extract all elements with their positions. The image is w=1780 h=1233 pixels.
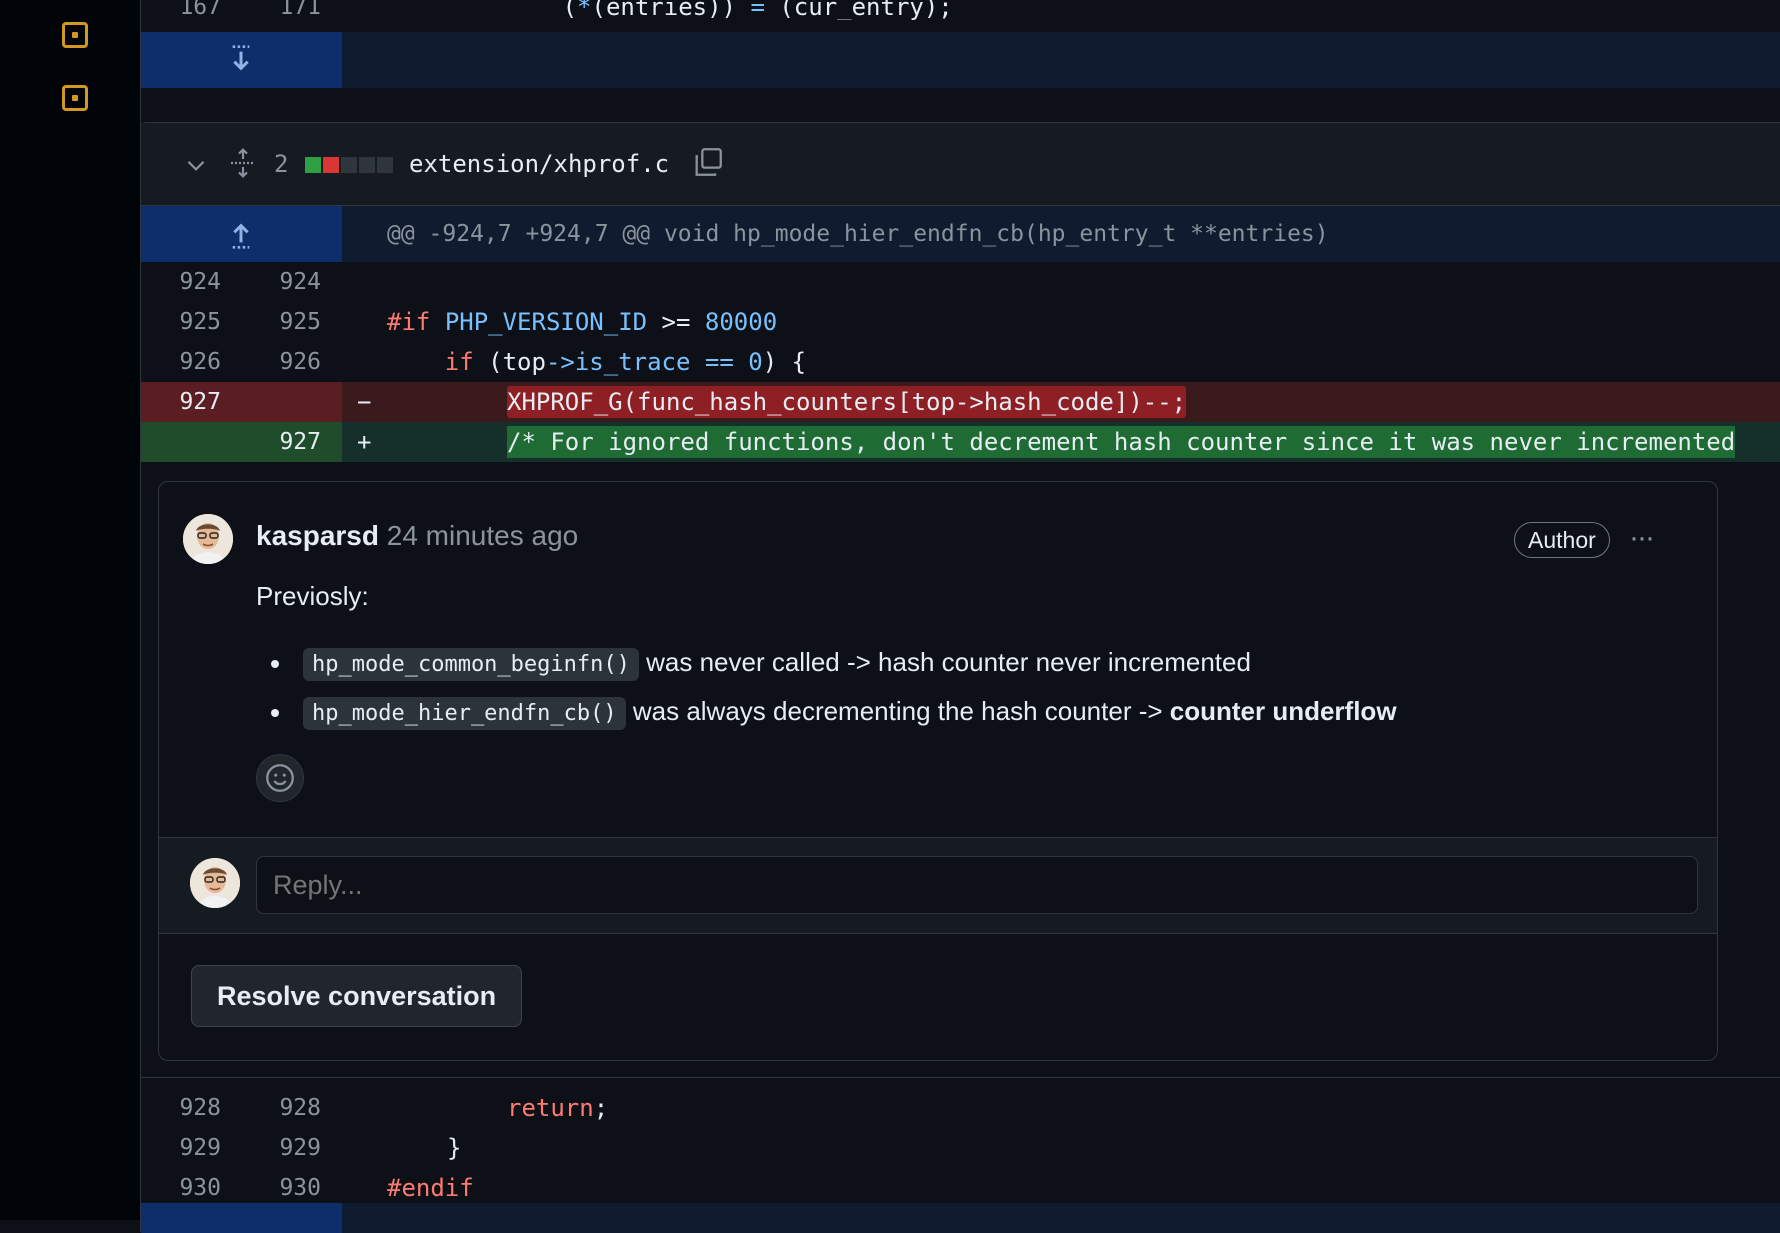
code-line: XHPROF_G(func_hash_counters[top->hash_co…: [507, 386, 1187, 418]
inline-code: hp_mode_common_beginfn(): [303, 648, 639, 681]
diff-line: 930 930 #endif: [141, 1168, 1780, 1208]
old-line-number[interactable]: 927: [141, 382, 221, 422]
list-item: hp_mode_common_beginfn() was never calle…: [271, 642, 1251, 685]
old-line-number[interactable]: 928: [141, 1088, 221, 1128]
comment-intro: Previosly:: [256, 581, 369, 611]
avatar-icon: [190, 858, 240, 908]
deletion-marker: −: [357, 388, 372, 416]
avatar-icon: [183, 514, 233, 564]
new-line-number[interactable]: 926: [241, 342, 321, 382]
hunk-header: @@ -924,7 +924,7 @@ void hp_mode_hier_en…: [387, 221, 1329, 247]
avatar: [190, 858, 240, 908]
new-line-number: 171: [279, 0, 321, 20]
code-line: (*(entries)) = (cur_entry);: [447, 0, 953, 20]
new-line-number[interactable]: 924: [241, 262, 321, 302]
old-line-number[interactable]: 924: [141, 262, 221, 302]
new-line-number[interactable]: 929: [241, 1128, 321, 1168]
expand-down-icon: [232, 45, 250, 71]
diff-line: 928 928 return;: [141, 1088, 1780, 1128]
previous-file-diff: 167 171 (*(entries)) = (cur_entry);: [140, 0, 1780, 88]
diffstat-block: [377, 157, 393, 173]
expand-all-icon[interactable]: [227, 147, 259, 179]
code-line: #if PHP_VERSION_ID >= 80000: [387, 308, 778, 336]
new-line-number[interactable]: 927: [241, 422, 321, 462]
file-path[interactable]: extension/xhprof.c: [409, 147, 669, 181]
reply-section: [159, 837, 1717, 934]
code-line: }: [447, 1134, 462, 1162]
diffstat-block: [359, 157, 375, 173]
new-line-number[interactable]: 928: [241, 1088, 321, 1128]
expand-down-button[interactable]: [141, 32, 342, 88]
old-line-number: 167: [179, 0, 221, 20]
copy-icon[interactable]: [691, 145, 725, 179]
added-line: 927 + /* For ignored functions, don't de…: [141, 422, 1780, 462]
diff-line: 926 926 if (top->is_trace == 0) {: [141, 342, 1780, 382]
code-line: /* For ignored functions, don't decremen…: [507, 426, 1736, 458]
more-options-button[interactable]: ···: [1629, 518, 1655, 558]
diffstat-block: [341, 157, 357, 173]
reply-input[interactable]: [256, 856, 1698, 914]
old-line-number[interactable]: 929: [141, 1128, 221, 1168]
code-line: return;: [507, 1094, 609, 1122]
deleted-line: 927 − XHPROF_G(func_hash_counters[top->h…: [141, 382, 1780, 422]
add-reaction-button[interactable]: [256, 754, 304, 802]
author-badge: Author: [1514, 522, 1610, 558]
chevron-down-icon[interactable]: [183, 152, 209, 178]
diff-line: 925 925 #if PHP_VERSION_ID >= 80000: [141, 302, 1780, 342]
author-name[interactable]: kasparsd: [256, 520, 379, 551]
old-line-number[interactable]: 926: [141, 342, 221, 382]
file-review-icon[interactable]: [62, 22, 88, 48]
comment-timestamp[interactable]: 24 minutes ago: [387, 520, 578, 551]
smiley-icon: [266, 764, 294, 792]
old-line-number[interactable]: 930: [141, 1168, 221, 1208]
hunk-header-row: @@ -924,7 +924,7 @@ void hp_mode_hier_en…: [141, 206, 1780, 262]
old-line-number[interactable]: 925: [141, 302, 221, 342]
file-review-icon[interactable]: [62, 85, 88, 111]
diffstat-block: [323, 157, 339, 173]
resolve-conversation-button[interactable]: Resolve conversation: [191, 965, 523, 1027]
addition-marker: +: [357, 428, 372, 456]
inline-code: hp_mode_hier_endfn_cb(): [303, 697, 626, 730]
file-header: 2 extension/xhprof.c: [141, 123, 1780, 206]
diffstat: [305, 157, 393, 173]
diff-line: 929 929 }: [141, 1128, 1780, 1168]
code-line: #endif: [387, 1174, 474, 1202]
comment-meta: kasparsd 24 minutes ago: [256, 516, 578, 556]
changes-count: 2: [274, 150, 289, 178]
diffstat-block: [305, 157, 321, 173]
diff-line: 167 171 (*(entries)) = (cur_entry);: [141, 0, 1780, 30]
new-line-number[interactable]: 930: [241, 1168, 321, 1208]
diff-line: 924 924: [141, 262, 1780, 302]
list-item: hp_mode_hier_endfn_cb() was always decre…: [271, 691, 1397, 734]
new-line-number[interactable]: 925: [241, 302, 321, 342]
expand-up-button[interactable]: [141, 206, 342, 262]
expand-down-button[interactable]: [141, 1203, 342, 1233]
review-comment-thread: kasparsd 24 minutes ago Author ··· Previ…: [158, 481, 1718, 1061]
code-line: if (top->is_trace == 0) {: [444, 348, 807, 376]
expand-up-icon: [232, 223, 250, 249]
avatar[interactable]: [183, 514, 233, 564]
file-tree-sidebar: [0, 0, 141, 1220]
